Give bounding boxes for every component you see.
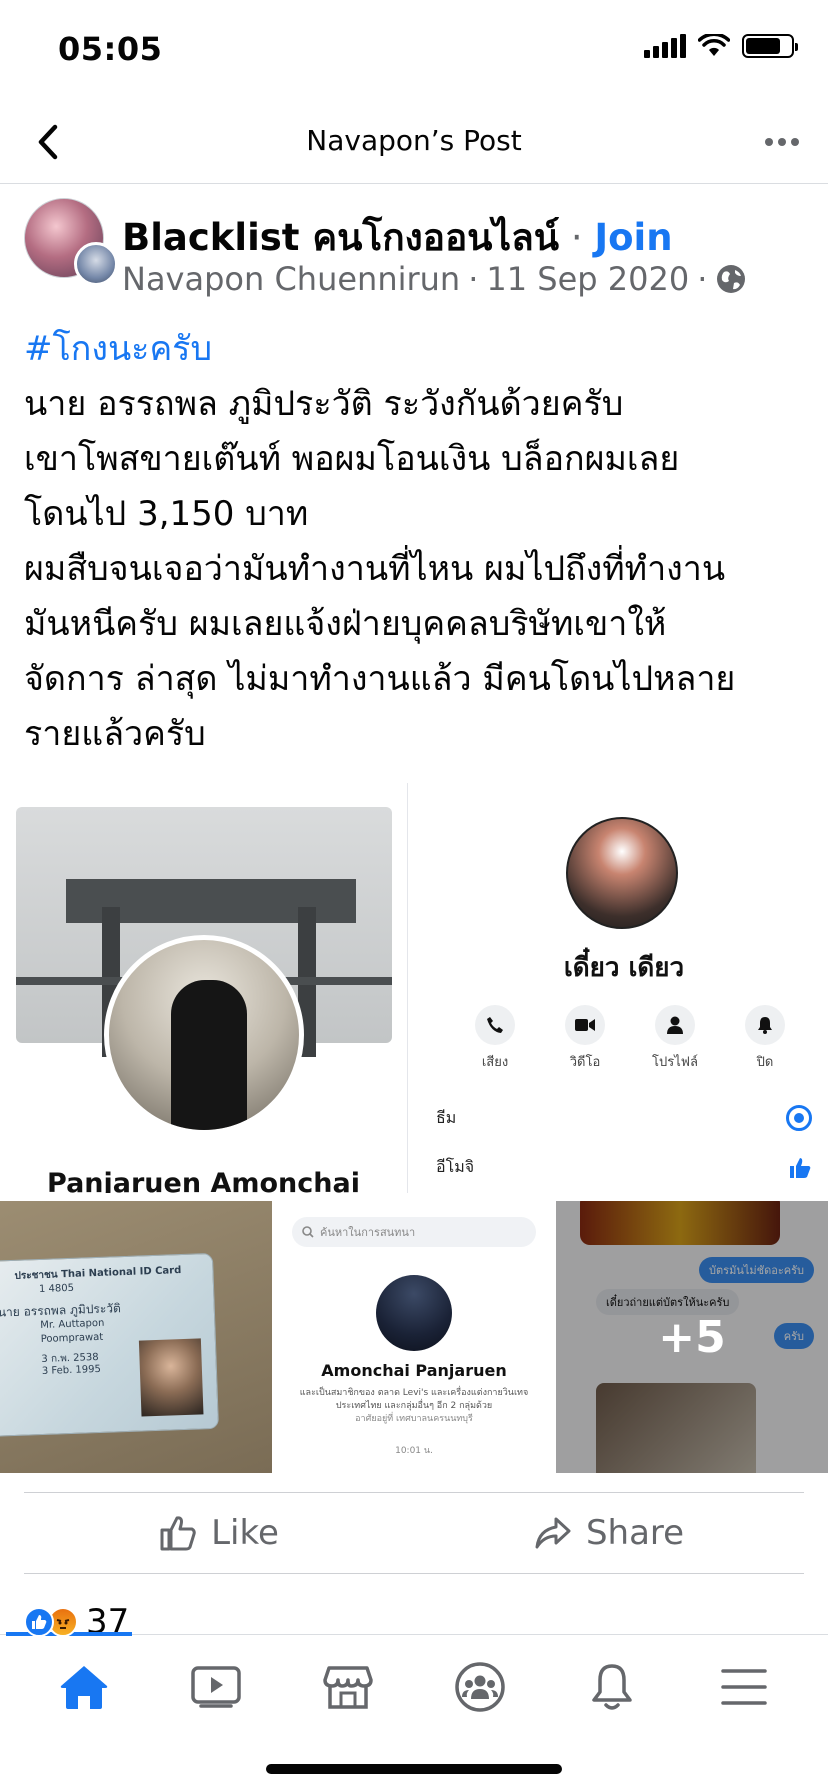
photo-4[interactable]: ค้นหาในการสนทนา Amonchai Panjaruen และเป… bbox=[280, 1201, 548, 1473]
battery-icon bbox=[742, 34, 798, 58]
chat-avatar bbox=[566, 817, 678, 929]
like-reaction-icon bbox=[24, 1607, 54, 1637]
author-avatar[interactable] bbox=[74, 242, 118, 286]
like-button[interactable]: Like bbox=[24, 1493, 414, 1573]
group-name[interactable]: Blacklist คนโกงออนไลน์ bbox=[122, 216, 559, 259]
thumbs-up-icon bbox=[160, 1516, 196, 1551]
chat-time: 10:01 น. bbox=[395, 1446, 433, 1456]
home-icon bbox=[60, 1666, 108, 1709]
avatar-group[interactable] bbox=[24, 198, 118, 286]
photo-3[interactable]: ประชาชน Thai National ID Card 1 4805 นาย… bbox=[0, 1201, 272, 1473]
post-text-line: โดนไป 3,150 บาท bbox=[24, 494, 309, 534]
theme-row: ธีม bbox=[436, 1105, 812, 1131]
profile-name: Panjaruen Amonchai bbox=[47, 1168, 360, 1193]
voice-action: เสียง bbox=[460, 1005, 530, 1072]
status-icons bbox=[644, 34, 798, 58]
search-bar: ค้นหาในการสนทนา bbox=[292, 1217, 536, 1247]
thumbs-up-icon bbox=[790, 1157, 811, 1178]
post-text-line: ผมสืบจนเจอว่ามันทำงานที่ไหน ผมไปถึงที่ทำ… bbox=[24, 549, 726, 589]
author-name[interactable]: Navapon Chuennirun bbox=[122, 260, 460, 298]
bell-icon bbox=[758, 1017, 772, 1034]
post-text-line: นาย อรรถพล ภูมิประวัติ ระวังกันด้วยครับ bbox=[24, 384, 624, 424]
tab-menu[interactable] bbox=[704, 1655, 784, 1719]
separator: · bbox=[697, 260, 708, 298]
tab-notifications[interactable] bbox=[572, 1655, 652, 1719]
tab-watch[interactable] bbox=[176, 1655, 256, 1719]
photo-2[interactable]: เดี๋ยว เดียว เสียง วิดีโอ โปรไฟล์ ปิด ธี… bbox=[420, 783, 828, 1193]
tab-marketplace[interactable] bbox=[308, 1655, 388, 1719]
share-label: Share bbox=[585, 1513, 685, 1553]
post-text-line: จัดการ ล่าสุด ไม่มาทำงานแล้ว มีคนโดนไปหล… bbox=[24, 659, 736, 699]
separator: · bbox=[468, 260, 479, 298]
more-options-button[interactable] bbox=[756, 118, 808, 166]
id-card: ประชาชน Thai National ID Card 1 4805 นาย… bbox=[0, 1252, 219, 1438]
post-text-line: เขาโพสขายเต๊นท์ พอผมโอนเงิน บล็อกผมเลย bbox=[24, 439, 680, 479]
like-label: Like bbox=[211, 1513, 279, 1553]
post-actions: Like Share bbox=[24, 1492, 804, 1574]
phone-icon bbox=[487, 1017, 503, 1033]
top-nav: Navapon’s Post bbox=[0, 100, 828, 184]
status-time: 05:05 bbox=[58, 30, 163, 68]
post-header: Blacklist คนโกงออนไลน์ · Join Navapon Ch… bbox=[0, 190, 828, 300]
post-text-line: มันหนีครับ ผมเลยแจ้งฝ่ายบุคคลบริษัทเขาให… bbox=[24, 604, 667, 644]
post-meta: Navapon Chuennirun · 11 Sep 2020 · bbox=[122, 260, 747, 298]
search-icon bbox=[302, 1226, 314, 1238]
profile-photo bbox=[104, 935, 304, 1135]
group-line: Blacklist คนโกงออนไลน์ · Join bbox=[122, 208, 673, 267]
profile-action: โปรไฟล์ bbox=[640, 1005, 710, 1072]
status-bar: 05:05 bbox=[0, 0, 828, 100]
share-button[interactable]: Share bbox=[414, 1493, 804, 1573]
photo-5[interactable]: บัตรมันไม่ชัดอะครับ เดี๋ยวถ่ายแต่บัตรให้… bbox=[556, 1201, 828, 1473]
photo-1[interactable]: Panjaruen Amonchai bbox=[0, 783, 408, 1193]
chat-avatar bbox=[376, 1275, 452, 1351]
separator: · bbox=[570, 216, 583, 259]
globe-icon bbox=[717, 265, 746, 293]
page-title: Navapon’s Post bbox=[306, 124, 522, 157]
mute-action: ปิด bbox=[730, 1005, 800, 1072]
join-button[interactable]: Join bbox=[594, 216, 672, 259]
video-action: วิดีโอ bbox=[550, 1005, 620, 1072]
chat-description: และเป็นสมาชิกของ ตลาด Levi's และเครื่องแ… bbox=[299, 1388, 529, 1424]
menu-icon bbox=[721, 1669, 767, 1705]
bell-icon bbox=[592, 1664, 632, 1710]
post-text: #โกงนะครับ นาย อรรถพล ภูมิประวัติ ระวังก… bbox=[24, 322, 814, 762]
chat-actions: เสียง วิดีโอ โปรไฟล์ ปิด bbox=[460, 1005, 800, 1072]
chat-name: เดี๋ยว เดียว bbox=[563, 953, 685, 983]
person-icon bbox=[667, 1016, 683, 1034]
video-camera-icon bbox=[575, 1019, 595, 1031]
home-indicator[interactable] bbox=[266, 1764, 562, 1774]
share-arrow-icon bbox=[535, 1517, 571, 1549]
bottom-tab-bar bbox=[0, 1632, 828, 1792]
tab-groups[interactable] bbox=[440, 1655, 520, 1719]
tab-home[interactable] bbox=[44, 1655, 124, 1719]
emoji-row: อีโมจิ bbox=[436, 1155, 812, 1180]
marketplace-icon bbox=[323, 1666, 373, 1709]
signal-icon bbox=[644, 34, 686, 58]
post-date[interactable]: 11 Sep 2020 bbox=[486, 260, 689, 298]
hashtag-link[interactable]: #โกงนะครับ bbox=[24, 322, 814, 377]
more-photos-overlay[interactable]: +5 bbox=[556, 1201, 828, 1473]
post-text-line: รายแล้วครับ bbox=[24, 714, 206, 754]
groups-icon bbox=[455, 1662, 505, 1712]
more-photos-count: +5 bbox=[658, 1311, 726, 1363]
wifi-icon bbox=[698, 34, 730, 56]
radio-icon bbox=[786, 1105, 812, 1131]
chat-name: Amonchai Panjaruen bbox=[321, 1361, 507, 1380]
video-icon bbox=[191, 1666, 241, 1708]
more-horizontal-icon bbox=[765, 138, 799, 146]
photo-grid: Panjaruen Amonchai เดี๋ยว เดียว เสียง วิ… bbox=[0, 783, 828, 1473]
